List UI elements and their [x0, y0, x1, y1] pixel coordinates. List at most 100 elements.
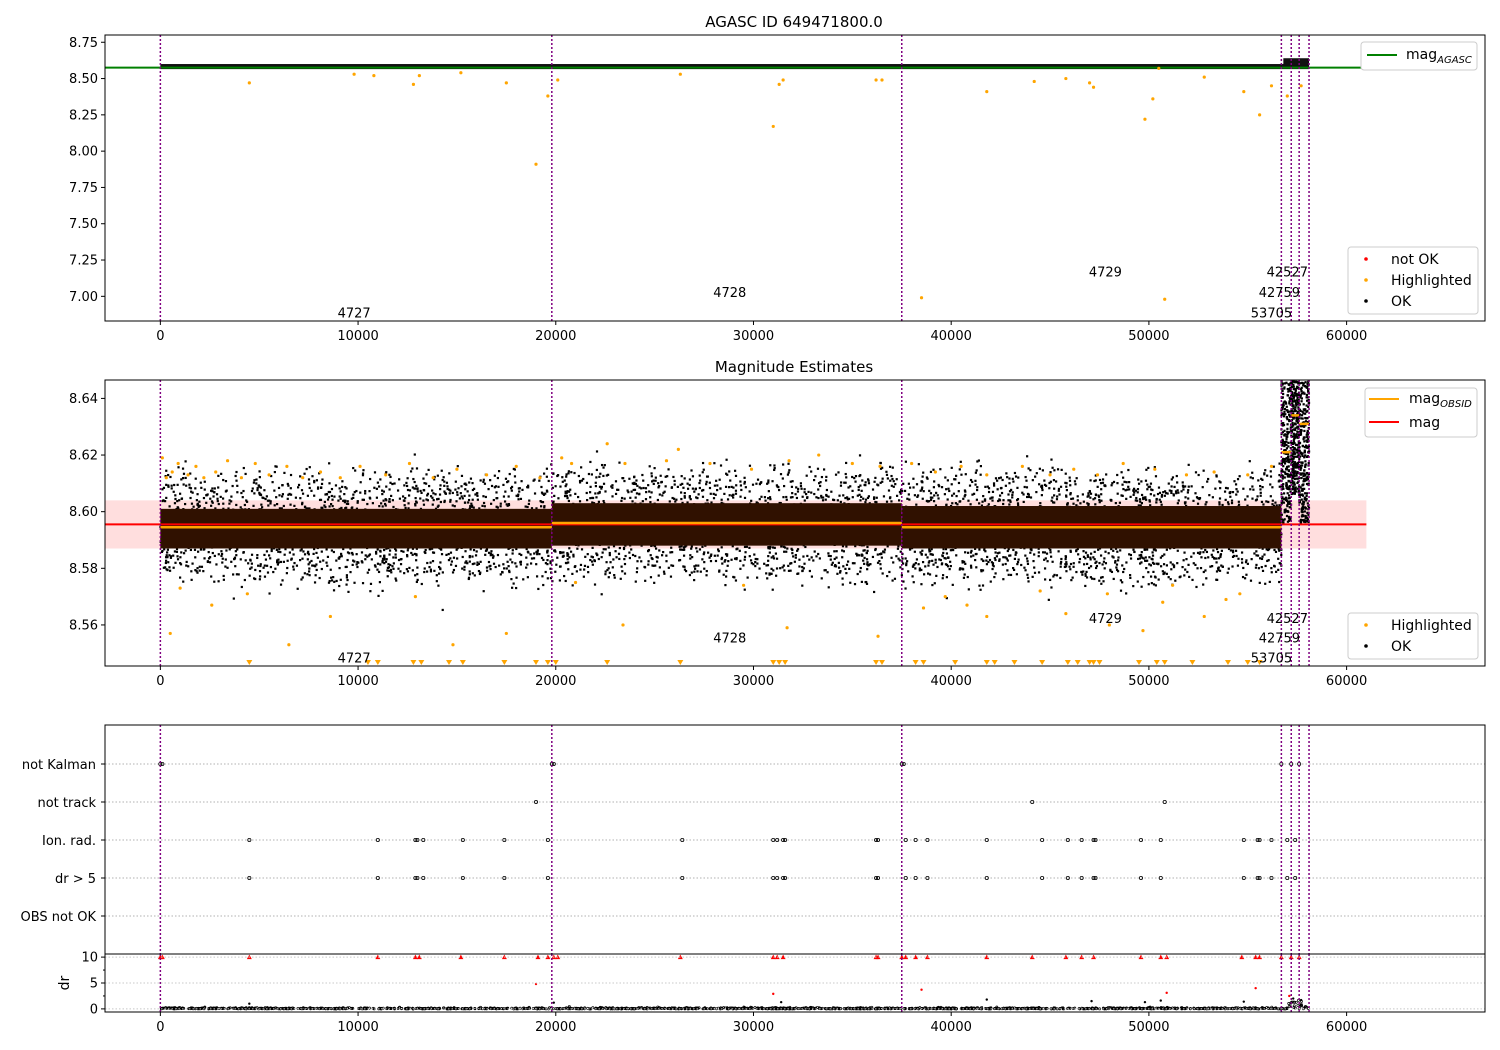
highlighted-point — [411, 82, 416, 86]
highlighted-point — [1048, 473, 1052, 477]
legend-ok-label: OK — [1391, 294, 1412, 310]
highlighted-point — [1246, 473, 1250, 477]
highlighted-point — [318, 470, 323, 474]
x-tick-label: 30000 — [733, 1020, 774, 1035]
x-tick-label: 60000 — [1326, 1020, 1367, 1035]
highlighted-point — [1105, 592, 1109, 596]
y-tick-label: 8.50 — [69, 72, 98, 87]
dr-point — [779, 1000, 783, 1004]
dr-point — [1292, 997, 1295, 1000]
x-tick-label: 60000 — [1326, 329, 1367, 344]
legend-highlighted-label-2: Highlighted — [1391, 618, 1472, 634]
highlighted-point — [338, 476, 342, 480]
highlighted-point — [407, 461, 412, 466]
y-tick-label: 7.25 — [69, 254, 98, 269]
highlighted-point — [328, 614, 332, 619]
highlighted-point — [170, 470, 174, 474]
agasc-legend-top: magAGASC — [1360, 41, 1478, 71]
y-tick-label: 0 — [90, 1002, 98, 1017]
legend-mag-label: mag — [1409, 415, 1440, 431]
highlighted-point — [874, 78, 878, 82]
x-tick-label: 50000 — [1128, 674, 1169, 689]
highlighted-point — [573, 580, 578, 585]
obsid-label: 4729 — [1089, 612, 1122, 627]
y-tick-label: 7.50 — [69, 217, 98, 232]
x-tick-label: 40000 — [931, 674, 972, 689]
highlighted-point — [504, 81, 508, 85]
obsid-label: 42759 — [1259, 286, 1300, 301]
flag-category-label: OBS not OK — [21, 910, 97, 925]
highlighted-point — [1157, 66, 1161, 70]
highlighted-point — [1299, 84, 1303, 88]
highlighted-point — [678, 72, 682, 76]
highlighted-point — [878, 464, 882, 468]
highlighted-point — [1087, 81, 1092, 85]
legend-not-ok-marker — [1364, 257, 1368, 261]
highlighted-point — [785, 626, 789, 630]
highlighted-point — [933, 470, 937, 474]
obsid-label: 4728 — [713, 286, 746, 301]
x-tick-label: 40000 — [931, 1020, 972, 1035]
highlighted-point — [1224, 597, 1228, 602]
highlighted-point — [1153, 467, 1157, 471]
legend-ok-marker — [1364, 299, 1368, 303]
x-tick-label: 50000 — [1128, 1020, 1169, 1035]
flag-category-label: not Kalman — [22, 758, 96, 773]
highlighted-point — [186, 473, 190, 477]
dr-point — [248, 1002, 251, 1005]
x-tick-label: 0 — [156, 1020, 164, 1035]
obsid-label: 42527 — [1267, 612, 1308, 627]
highlighted-point — [352, 72, 356, 76]
x-tick-label: 30000 — [733, 329, 774, 344]
obsid-label: 42759 — [1259, 632, 1300, 647]
figure: AGASC ID 649471800.0 4727 4728 4729 42527 42… — [0, 0, 1500, 1050]
highlighted-point — [1064, 76, 1068, 81]
highlighted-point — [202, 476, 206, 480]
legend-ok-marker-2 — [1364, 644, 1368, 648]
highlighted-point — [538, 476, 542, 480]
obsid-label: 53705 — [1251, 652, 1292, 667]
highlighted-point — [285, 464, 289, 468]
legend-ok-label-2: OK — [1391, 639, 1412, 655]
highlighted-point — [267, 473, 271, 477]
dr-point — [1090, 999, 1093, 1003]
highlighted-point — [985, 473, 989, 477]
panel-agasc-title: AGASC ID 649471800.0 — [705, 13, 883, 31]
highlighted-point — [301, 476, 305, 480]
legend-highlighted-marker-2 — [1364, 623, 1368, 627]
magnitude-legend-top: magOBSID mag — [1364, 387, 1478, 438]
highlighted-point — [708, 461, 712, 466]
obsid-label: 4729 — [1089, 266, 1122, 281]
highlighted-point — [194, 464, 198, 468]
highlighted-point — [569, 461, 574, 466]
highlighted-point — [484, 473, 489, 477]
obsid-label: 4727 — [338, 306, 371, 321]
legend-not-ok-label: not OK — [1391, 252, 1439, 268]
highlighted-point — [1151, 97, 1155, 101]
highlighted-point — [749, 467, 754, 471]
obsid-label: 4727 — [338, 652, 371, 667]
dr-point — [1242, 1000, 1245, 1003]
x-tick-label: 20000 — [535, 329, 576, 344]
highlighted-point — [1269, 84, 1274, 88]
highlighted-point — [504, 631, 508, 636]
highlighted-point — [664, 459, 669, 463]
highlighted-point — [965, 603, 969, 607]
dr-point — [552, 1001, 555, 1004]
legend-highlighted-label: Highlighted — [1391, 273, 1472, 289]
highlighted-point — [1038, 589, 1042, 593]
y-tick-label: 5 — [90, 977, 98, 992]
highlighted-point — [910, 461, 914, 466]
dr-not-ok-point — [1254, 986, 1257, 990]
x-tick-label: 20000 — [535, 674, 576, 689]
highlighted-point — [245, 592, 249, 596]
highlighted-point — [880, 78, 884, 82]
highlighted-point — [771, 124, 775, 129]
highlighted-point — [605, 442, 609, 446]
highlighted-point — [1212, 470, 1216, 474]
highlighted-point — [921, 606, 926, 610]
y-tick-label: 8.58 — [69, 562, 98, 577]
highlighted-point — [876, 634, 880, 638]
y-tick-label: 8.56 — [69, 618, 98, 633]
magnitude-legend-bottom: Highlighted OK — [1347, 612, 1479, 660]
